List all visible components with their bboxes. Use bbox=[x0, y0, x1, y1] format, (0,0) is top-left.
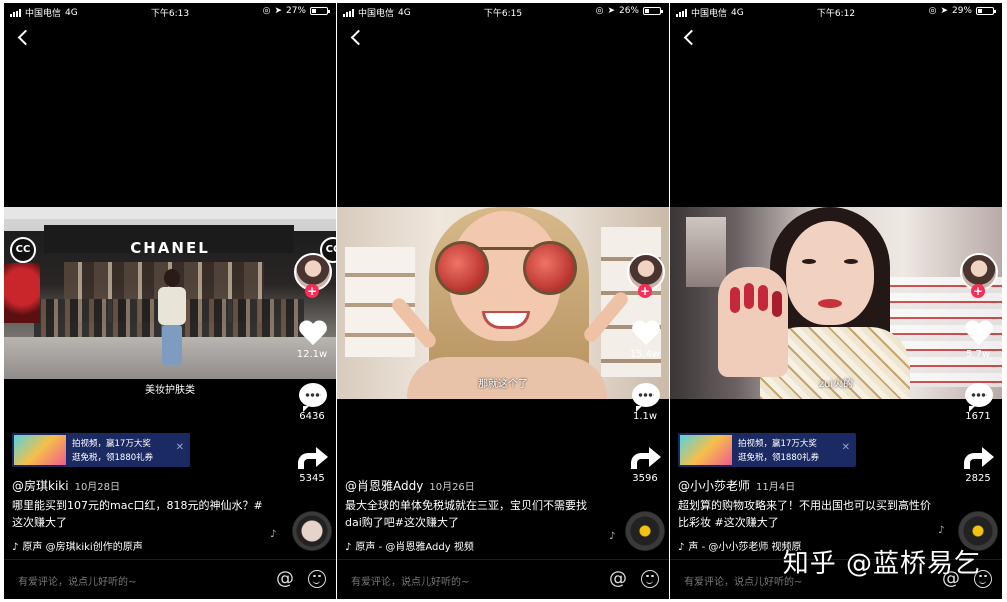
emoji-icon[interactable] bbox=[641, 570, 659, 588]
battery-percent: 27% bbox=[285, 6, 306, 16]
close-icon[interactable]: ✕ bbox=[842, 442, 850, 453]
share-icon[interactable] bbox=[631, 445, 661, 469]
video-description: 最大全球的单体免税城就在三亚，宝贝们不需要找dai购了吧#这次赚大了 bbox=[345, 499, 587, 529]
share-count: 5345 bbox=[299, 473, 325, 484]
status-bar: 中国电信 4G 下午6:15 ◎ ➤ 26% bbox=[337, 3, 669, 21]
like-count: 12.1w bbox=[296, 349, 328, 360]
comment-input[interactable]: 有爱评论，说点儿好听的~ bbox=[351, 573, 469, 588]
share-icon[interactable] bbox=[964, 445, 994, 469]
battery-icon bbox=[976, 7, 996, 15]
video-frame[interactable] bbox=[670, 207, 1002, 399]
follow-plus-icon[interactable]: + bbox=[638, 284, 652, 298]
video-caption: 那就这个了 bbox=[478, 379, 528, 390]
follow-plus-icon[interactable]: + bbox=[305, 284, 319, 298]
lock-rotation-icon: ◎ bbox=[928, 6, 937, 16]
brand-logo: CC bbox=[10, 237, 36, 263]
video-screen-2: 中国电信 4G 下午6:15 ◎ ➤ 26% 那就这个了 + 15.4w 1.1… bbox=[337, 3, 669, 599]
battery-icon bbox=[310, 7, 330, 15]
music-disc-icon[interactable] bbox=[625, 511, 665, 551]
like-heart-icon[interactable] bbox=[631, 319, 661, 347]
like-count: 5.7w bbox=[965, 349, 991, 360]
battery-percent: 26% bbox=[618, 6, 639, 16]
promo-banner[interactable]: 拍视频，赢17万大奖 逛免税，领1880礼券 ✕ bbox=[678, 433, 856, 467]
author-name[interactable]: @房琪kiki bbox=[12, 479, 69, 493]
share-icon[interactable] bbox=[298, 445, 328, 469]
like-heart-icon[interactable] bbox=[298, 319, 328, 347]
author-name[interactable]: @小小莎老师 bbox=[678, 479, 750, 493]
status-bar: 中国电信 4G 下午6:12 ◎ ➤ 29% bbox=[670, 3, 1002, 21]
back-icon[interactable] bbox=[680, 27, 700, 51]
comment-count: 6436 bbox=[299, 411, 325, 422]
video-frame[interactable]: CHANEL CC CC bbox=[4, 207, 336, 379]
music-title: 原声 - @肖恩雅Addy 视频 bbox=[355, 542, 474, 553]
like-count: 15.4w bbox=[629, 349, 661, 360]
close-icon[interactable]: ✕ bbox=[176, 442, 184, 453]
promo-line-2: 逛免税，领1880礼券 bbox=[72, 453, 154, 463]
music-info[interactable]: ♪ 原声 @房琪kiki创作的原声 bbox=[12, 538, 192, 553]
author-name[interactable]: @肖恩雅Addy bbox=[345, 479, 423, 493]
promo-banner[interactable]: 拍视频，赢17万大奖 逛免税，领1880礼券 ✕ bbox=[12, 433, 190, 467]
video-frame[interactable] bbox=[337, 207, 669, 399]
share-count: 2825 bbox=[965, 473, 991, 484]
comment-input[interactable]: 有爱评论，说点儿好听的~ bbox=[18, 573, 136, 588]
music-note-icon: ♪ bbox=[938, 525, 945, 536]
post-date: 10月28日 bbox=[74, 482, 121, 493]
promo-line-2: 逛免税，领1880礼券 bbox=[738, 453, 820, 463]
back-icon[interactable] bbox=[14, 27, 34, 51]
like-heart-icon[interactable] bbox=[964, 319, 994, 347]
mention-icon[interactable]: @ bbox=[276, 568, 294, 589]
comment-count: 1671 bbox=[965, 411, 991, 422]
comment-icon[interactable] bbox=[965, 383, 993, 412]
video-caption: zui火的 bbox=[818, 379, 854, 390]
share-count: 3596 bbox=[632, 473, 658, 484]
video-screen-1: 中国电信 4G 下午6:13 ◎ ➤ 27% CHANEL CC CC 美妆护肤… bbox=[4, 3, 336, 599]
promo-art bbox=[680, 435, 732, 465]
tiktok-note-icon: ♪ bbox=[345, 542, 352, 553]
comment-count: 1.1w bbox=[632, 411, 658, 422]
back-icon[interactable] bbox=[347, 27, 367, 51]
comment-icon[interactable] bbox=[299, 383, 327, 412]
promo-art bbox=[14, 435, 66, 465]
emoji-icon[interactable] bbox=[308, 570, 326, 588]
lock-rotation-icon: ◎ bbox=[595, 6, 604, 16]
music-disc-icon[interactable] bbox=[292, 511, 332, 551]
music-note-icon: ♪ bbox=[270, 529, 277, 540]
location-icon: ➤ bbox=[940, 6, 948, 16]
watermark: 知乎 @蓝桥易乞 bbox=[782, 549, 981, 579]
music-title: 原声 @房琪kiki创作的原声 bbox=[22, 542, 143, 553]
battery-percent: 29% bbox=[951, 6, 972, 16]
promo-line-1: 拍视频，赢17万大奖 bbox=[738, 439, 817, 449]
comment-bar[interactable]: 有爱评论，说点儿好听的~ @ bbox=[337, 559, 669, 599]
post-date: 11月4日 bbox=[756, 482, 796, 493]
location-icon: ➤ bbox=[274, 6, 282, 16]
lock-rotation-icon: ◎ bbox=[262, 6, 271, 16]
video-caption: 美妆护肤类 bbox=[145, 385, 195, 396]
promo-line-1: 拍视频，赢17万大奖 bbox=[72, 439, 151, 449]
comment-bar[interactable]: 有爱评论，说点儿好听的~ @ bbox=[4, 559, 336, 599]
video-screen-3: 中国电信 4G 下午6:12 ◎ ➤ 29% zui火的 + 5.7w 1671… bbox=[670, 3, 1002, 599]
follow-plus-icon[interactable]: + bbox=[971, 284, 985, 298]
status-bar: 中国电信 4G 下午6:13 ◎ ➤ 27% bbox=[4, 3, 336, 21]
video-description: 超划算的购物攻略来了！不用出国也可以买到高性价比彩妆 #这次赚大了 bbox=[678, 499, 931, 529]
music-info[interactable]: ♪ 原声 - @肖恩雅Addy 视频 bbox=[345, 538, 525, 553]
post-date: 10月26日 bbox=[429, 482, 475, 493]
comment-icon[interactable] bbox=[632, 383, 660, 412]
video-description: 哪里能买到107元的mac口红，818元的神仙水？#这次赚大了 bbox=[12, 499, 263, 529]
tiktok-note-icon: ♪ bbox=[12, 542, 19, 553]
mention-icon[interactable]: @ bbox=[609, 568, 627, 589]
tiktok-note-icon: ♪ bbox=[678, 542, 685, 553]
store-sign: CHANEL bbox=[130, 239, 210, 257]
battery-icon bbox=[643, 7, 663, 15]
music-note-icon: ♪ bbox=[609, 531, 616, 542]
location-icon: ➤ bbox=[607, 6, 615, 16]
